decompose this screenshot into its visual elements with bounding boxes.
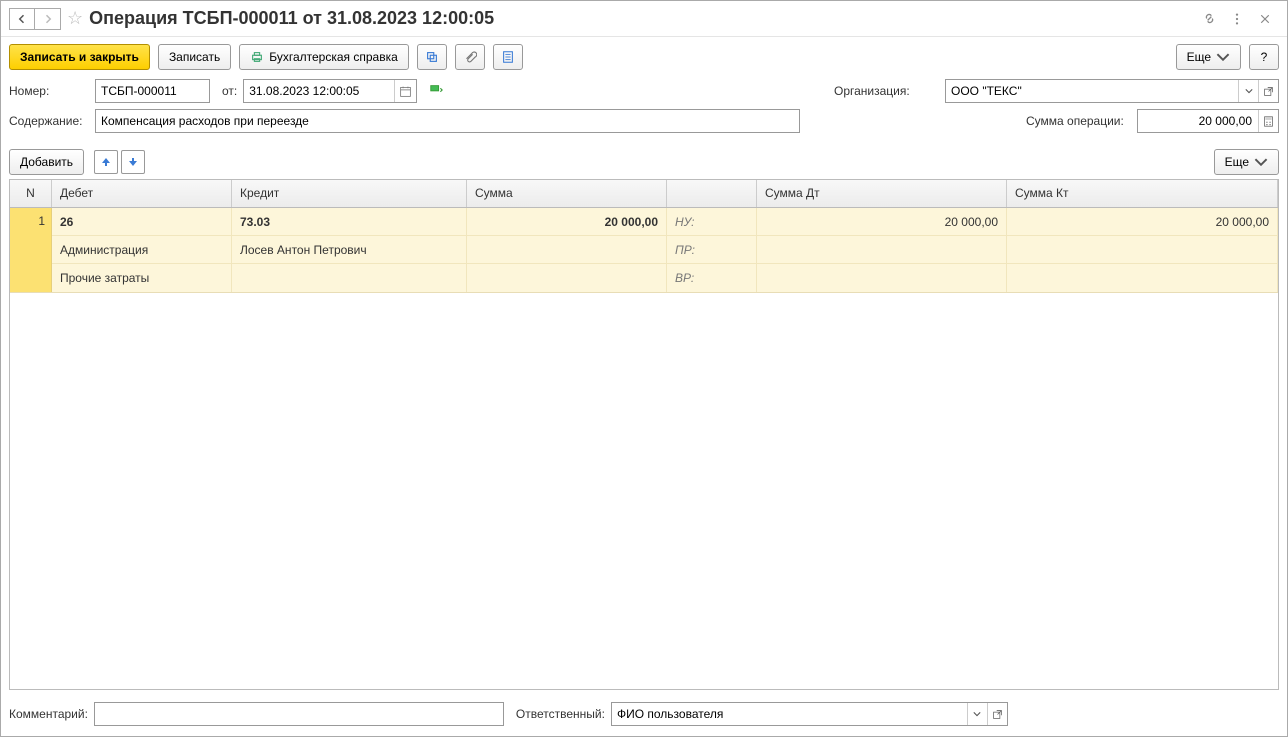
chevron-down-icon xyxy=(1216,50,1230,64)
organization-label: Организация: xyxy=(834,84,939,98)
calculator-icon xyxy=(1263,116,1274,127)
operation-sum-field[interactable] xyxy=(1137,109,1279,133)
attachments-button[interactable] xyxy=(455,44,485,70)
cell[interactable]: НУ: xyxy=(667,208,757,235)
table-more-button[interactable]: Еще xyxy=(1214,149,1279,175)
responsible-label: Ответственный: xyxy=(516,707,605,721)
responsible-input[interactable] xyxy=(612,703,967,725)
flag-icon[interactable] xyxy=(429,83,443,100)
table-more-label: Еще xyxy=(1225,155,1249,169)
cell[interactable] xyxy=(1007,264,1278,292)
page-title: Операция ТСБП-000011 от 31.08.2023 12:00… xyxy=(89,8,1195,29)
responsible-dropdown-button[interactable] xyxy=(967,703,987,725)
cell[interactable]: ПР: xyxy=(667,236,757,263)
table-body: 12673.0320 000,00НУ:20 000,0020 000,00Ад… xyxy=(10,208,1278,689)
number-label: Номер: xyxy=(9,84,89,98)
calendar-icon xyxy=(399,85,412,98)
col-header-sumdt[interactable]: Сумма Дт xyxy=(757,180,1007,207)
paperclip-icon xyxy=(463,50,477,64)
comment-label: Комментарий: xyxy=(9,707,88,721)
more-menu-button[interactable]: Еще xyxy=(1176,44,1241,70)
save-and-close-button[interactable]: Записать и закрыть xyxy=(9,44,150,70)
printer-icon xyxy=(250,50,264,64)
operation-sum-label: Сумма операции: xyxy=(1026,114,1131,128)
cell[interactable] xyxy=(467,264,667,292)
cell[interactable] xyxy=(1007,236,1278,263)
cell[interactable]: Администрация xyxy=(52,236,232,263)
arrow-up-icon xyxy=(100,156,112,168)
favorite-star-icon[interactable]: ☆ xyxy=(67,8,83,29)
accounting-report-button[interactable]: Бухгалтерская справка xyxy=(239,44,409,70)
cell[interactable]: Прочие затраты xyxy=(52,264,232,292)
col-header-sum[interactable]: Сумма xyxy=(467,180,667,207)
operation-sum-input[interactable] xyxy=(1138,110,1258,132)
calendar-button[interactable] xyxy=(394,80,416,102)
registers-button[interactable] xyxy=(493,44,523,70)
organization-select[interactable] xyxy=(945,79,1279,103)
cell[interactable]: 73.03 xyxy=(232,208,467,235)
comment-input[interactable] xyxy=(94,702,504,726)
cell[interactable] xyxy=(757,264,1007,292)
move-down-button[interactable] xyxy=(121,150,145,174)
cell[interactable]: Лосев Антон Петрович xyxy=(232,236,467,263)
organization-open-button[interactable] xyxy=(1258,80,1278,102)
add-row-button[interactable]: Добавить xyxy=(9,149,84,175)
move-up-button[interactable] xyxy=(94,150,118,174)
accounting-report-label: Бухгалтерская справка xyxy=(269,50,398,64)
external-icon xyxy=(1263,86,1274,97)
col-header-n[interactable]: N xyxy=(10,180,52,207)
cell[interactable]: 20 000,00 xyxy=(1007,208,1278,235)
help-button[interactable]: ? xyxy=(1249,44,1279,70)
organization-dropdown-button[interactable] xyxy=(1238,80,1258,102)
entries-table: N Дебет Кредит Сумма Сумма Дт Сумма Кт 1… xyxy=(9,179,1279,690)
copy-button[interactable] xyxy=(417,44,447,70)
col-header-credit[interactable]: Кредит xyxy=(232,180,467,207)
table-header: N Дебет Кредит Сумма Сумма Дт Сумма Кт xyxy=(10,180,1278,208)
number-input[interactable] xyxy=(95,79,210,103)
cell[interactable] xyxy=(232,264,467,292)
copy-icon xyxy=(425,50,439,64)
arrow-down-icon xyxy=(127,156,139,168)
content-label: Содержание: xyxy=(9,114,89,128)
chevron-down-icon xyxy=(973,711,981,717)
cell[interactable] xyxy=(757,236,1007,263)
responsible-open-button[interactable] xyxy=(987,703,1007,725)
link-icon[interactable] xyxy=(1200,10,1218,28)
arrow-right-icon xyxy=(42,13,54,25)
chevron-down-icon xyxy=(1245,88,1253,94)
row-number: 1 xyxy=(10,208,52,292)
cell[interactable]: ВР: xyxy=(667,264,757,292)
chevron-down-icon xyxy=(1254,155,1268,169)
organization-input[interactable] xyxy=(946,80,1238,102)
save-button[interactable]: Записать xyxy=(158,44,231,70)
col-header-tag[interactable] xyxy=(667,180,757,207)
calculator-button[interactable] xyxy=(1258,110,1278,132)
cell[interactable]: 20 000,00 xyxy=(757,208,1007,235)
close-icon[interactable] xyxy=(1256,10,1274,28)
kebab-menu-icon[interactable] xyxy=(1228,10,1246,28)
col-header-sumkt[interactable]: Сумма Кт xyxy=(1007,180,1278,207)
content-input[interactable] xyxy=(95,109,800,133)
more-label: Еще xyxy=(1187,50,1211,64)
col-header-debit[interactable]: Дебет xyxy=(52,180,232,207)
cell[interactable]: 26 xyxy=(52,208,232,235)
arrow-left-icon xyxy=(16,13,28,25)
date-field[interactable] xyxy=(243,79,417,103)
cell[interactable]: 20 000,00 xyxy=(467,208,667,235)
date-input[interactable] xyxy=(244,80,394,102)
from-label: от: xyxy=(222,84,237,98)
nav-forward-button[interactable] xyxy=(35,8,61,30)
nav-back-button[interactable] xyxy=(9,8,35,30)
external-icon xyxy=(992,709,1003,720)
cell[interactable] xyxy=(467,236,667,263)
list-icon xyxy=(501,50,515,64)
responsible-select[interactable] xyxy=(611,702,1008,726)
table-row[interactable]: 12673.0320 000,00НУ:20 000,0020 000,00Ад… xyxy=(10,208,1278,293)
